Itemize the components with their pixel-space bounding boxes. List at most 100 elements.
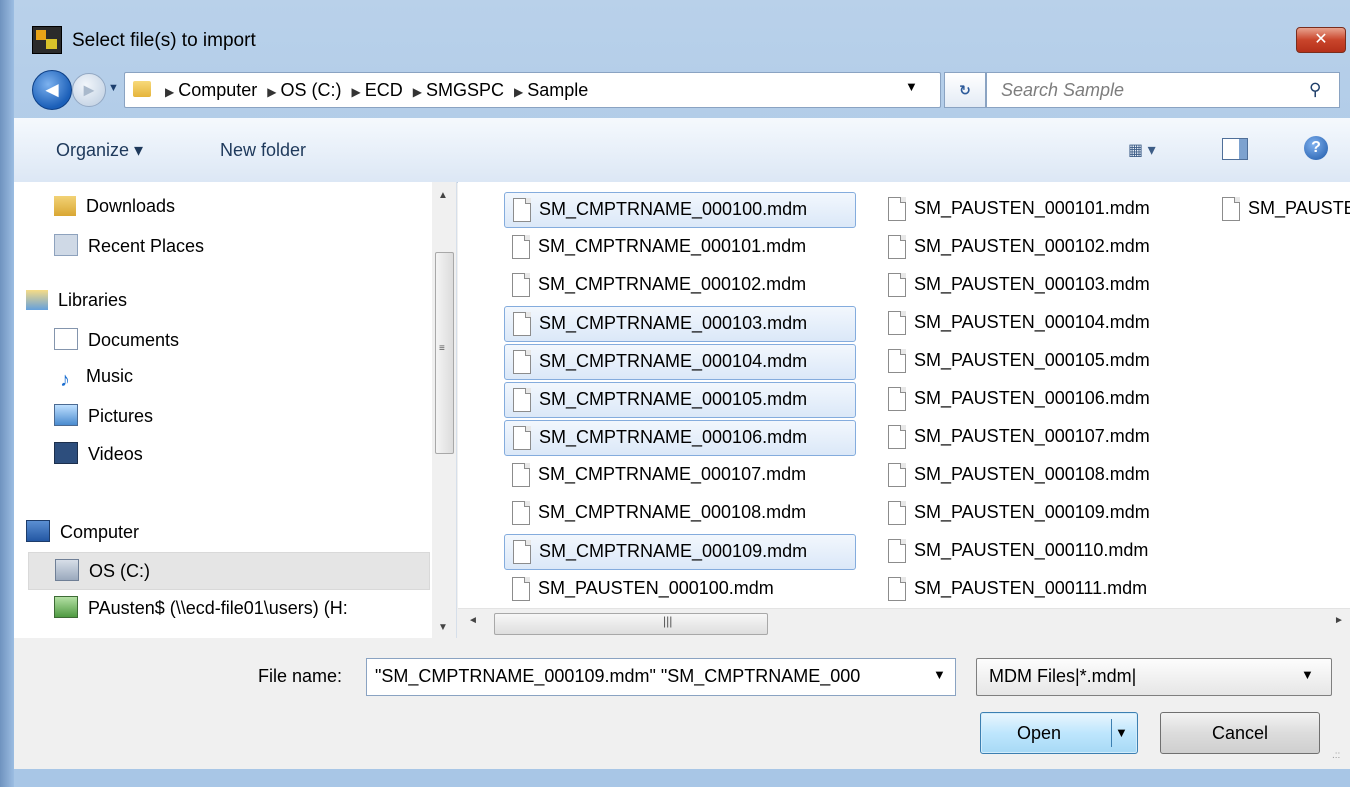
cancel-button[interactable]: Cancel: [1160, 712, 1320, 754]
nav-item[interactable]: Videos: [54, 442, 143, 478]
file-item[interactable]: SM_PAUSTEN_000107.mdm: [880, 420, 1210, 454]
h-scroll-thumb[interactable]: |||: [494, 613, 768, 635]
breadcrumb-separator-icon[interactable]: ▶: [267, 85, 276, 99]
file-item[interactable]: SM_PAUSTEN_000108.mdm: [880, 458, 1210, 492]
file-item[interactable]: SM_PAUSTEN_000104.mdm: [880, 306, 1210, 340]
nav-item[interactable]: Documents: [54, 328, 179, 364]
nav-item[interactable]: Downloads: [54, 196, 175, 232]
search-box[interactable]: Search Sample ⚲: [986, 72, 1340, 108]
recent-places-icon: [54, 234, 78, 256]
file-icon: [512, 501, 530, 525]
file-name: SM_CMPTRNAME_000109.mdm: [539, 541, 808, 561]
file-item[interactable]: SM_PAUSTEN_000101.mdm: [880, 192, 1210, 226]
file-item[interactable]: SM_CMPTRNAME_000102.mdm: [504, 268, 854, 302]
file-name-field[interactable]: "SM_CMPTRNAME_000109.mdm" "SM_CMPTRNAME_…: [366, 658, 956, 696]
nav-item[interactable]: Libraries: [26, 290, 127, 326]
file-item[interactable]: SM_CMPTRNAME_000109.mdm: [504, 534, 856, 570]
file-item[interactable]: SM_PAUSTEN_000100.mdm: [504, 572, 854, 606]
preview-pane-icon[interactable]: [1222, 138, 1248, 160]
file-icon: [888, 501, 906, 525]
nav-item[interactable]: PAusten$ (\\ecd-file01\users) (H:: [54, 596, 348, 632]
back-button[interactable]: ◄: [32, 70, 72, 110]
scroll-thumb[interactable]: ≡: [435, 252, 454, 454]
organize-button[interactable]: Organize ▾: [56, 140, 143, 161]
file-icon: [888, 387, 906, 411]
file-name-value[interactable]: "SM_CMPTRNAME_000109.mdm" "SM_CMPTRNAME_…: [375, 666, 927, 687]
scroll-down-icon[interactable]: ▼: [438, 622, 448, 633]
file-item[interactable]: SM_CMPTRNAME_000108.mdm: [504, 496, 854, 530]
file-name: SM_CMPTRNAME_000107.mdm: [538, 464, 807, 484]
app-icon: [32, 26, 62, 54]
refresh-button[interactable]: ↻: [944, 72, 986, 108]
file-item[interactable]: SM_PAUSTEN_000102.mdm: [880, 230, 1210, 264]
file-icon: [888, 577, 906, 601]
change-view-button[interactable]: ▦ ▾: [1128, 140, 1156, 160]
breadcrumb-item[interactable]: ECD: [365, 80, 403, 100]
search-input[interactable]: Search Sample: [1001, 80, 1124, 101]
folder-icon: [133, 81, 151, 97]
file-item[interactable]: SM_PAUSTEN_000110.mdm: [880, 534, 1210, 568]
nav-item-label: Music: [86, 366, 134, 386]
breadcrumb-item[interactable]: SMGSPC: [426, 80, 504, 100]
file-item[interactable]: SM_CMPTRNAME_000103.mdm: [504, 306, 856, 342]
open-options-dropdown-icon[interactable]: ▼: [1115, 713, 1128, 753]
breadcrumb[interactable]: ▶ Computer ▶ OS (C:) ▶ ECD ▶ SMGSPC ▶ Sample ▼: [124, 72, 941, 108]
file-icon: [888, 311, 906, 335]
breadcrumb-separator-icon[interactable]: ▶: [352, 85, 361, 99]
navigation-pane: Downloads Recent Places Libraries Documents…: [14, 182, 457, 638]
file-item[interactable]: SM_PAUSTEN_000106.mdm: [880, 382, 1210, 416]
file-item[interactable]: SM_CMPTRNAME_000106.mdm: [504, 420, 856, 456]
file-item[interactable]: SM_PAUSTEN_000105.mdm: [880, 344, 1210, 378]
address-dropdown-icon[interactable]: ▼: [905, 79, 918, 94]
recent-pages-dropdown-icon[interactable]: ▼: [108, 82, 119, 94]
scroll-up-icon[interactable]: ▲: [438, 190, 448, 201]
breadcrumb-separator-icon[interactable]: ▶: [165, 85, 174, 99]
breadcrumb-item[interactable]: Computer: [178, 80, 257, 100]
file-item[interactable]: SM_PAUSTE: [1214, 192, 1350, 226]
close-button[interactable]: ✕: [1296, 27, 1346, 53]
nav-item-label: PAusten$ (\\ecd-file01\users) (H:: [88, 598, 348, 618]
file-type-dropdown-icon[interactable]: ▼: [1301, 667, 1314, 682]
nav-item[interactable]: ♪ Music: [54, 366, 133, 402]
file-icon: [513, 198, 531, 222]
nav-item-label: Recent Places: [88, 236, 205, 256]
file-name: SM_CMPTRNAME_000104.mdm: [539, 351, 808, 371]
new-folder-button[interactable]: New folder: [220, 140, 306, 161]
forward-button[interactable]: ►: [72, 73, 106, 107]
file-item[interactable]: SM_PAUSTEN_000103.mdm: [880, 268, 1210, 302]
file-name: SM_CMPTRNAME_000103.mdm: [539, 313, 808, 333]
file-item[interactable]: SM_PAUSTEN_000109.mdm: [880, 496, 1210, 530]
open-button[interactable]: Open ▼: [980, 712, 1138, 754]
search-icon[interactable]: ⚲: [1309, 80, 1321, 100]
scroll-right-icon[interactable]: ►: [1334, 615, 1344, 626]
nav-item[interactable]: Pictures: [54, 404, 153, 440]
file-icon: [513, 350, 531, 374]
nav-item[interactable]: OS (C:): [28, 552, 430, 590]
breadcrumb-item[interactable]: Sample: [527, 80, 588, 100]
file-item[interactable]: SM_CMPTRNAME_000100.mdm: [504, 192, 856, 228]
file-item[interactable]: SM_PAUSTEN_000111.mdm: [880, 572, 1210, 606]
file-icon: [888, 539, 906, 563]
resize-grip-icon[interactable]: .::: [1332, 750, 1340, 761]
scroll-left-icon[interactable]: ◄: [468, 615, 478, 626]
downloads-folder-icon: [54, 196, 76, 216]
nav-item[interactable]: Recent Places: [54, 234, 204, 270]
nav-scrollbar[interactable]: ▲ ≡ ▼: [432, 182, 456, 638]
help-icon[interactable]: ?: [1304, 136, 1328, 160]
breadcrumb-separator-icon[interactable]: ▶: [413, 85, 422, 99]
split-divider: [1111, 719, 1112, 747]
breadcrumb-separator-icon[interactable]: ▶: [514, 85, 523, 99]
file-name: SM_PAUSTEN_000106.mdm: [914, 388, 1150, 408]
breadcrumb-item[interactable]: OS (C:): [281, 80, 342, 100]
file-item[interactable]: SM_CMPTRNAME_000107.mdm: [504, 458, 854, 492]
file-list-scrollbar[interactable]: ◄ ||| ►: [458, 608, 1350, 639]
file-name-dropdown-icon[interactable]: ▼: [933, 667, 946, 682]
file-item[interactable]: SM_CMPTRNAME_000105.mdm: [504, 382, 856, 418]
file-type-select[interactable]: MDM Files|*.mdm| ▼: [976, 658, 1332, 696]
file-item[interactable]: SM_CMPTRNAME_000104.mdm: [504, 344, 856, 380]
nav-item[interactable]: Computer: [26, 520, 139, 556]
computer-icon: [26, 520, 50, 542]
file-item[interactable]: SM_CMPTRNAME_000101.mdm: [504, 230, 854, 264]
pictures-icon: [54, 404, 78, 426]
file-icon: [512, 463, 530, 487]
